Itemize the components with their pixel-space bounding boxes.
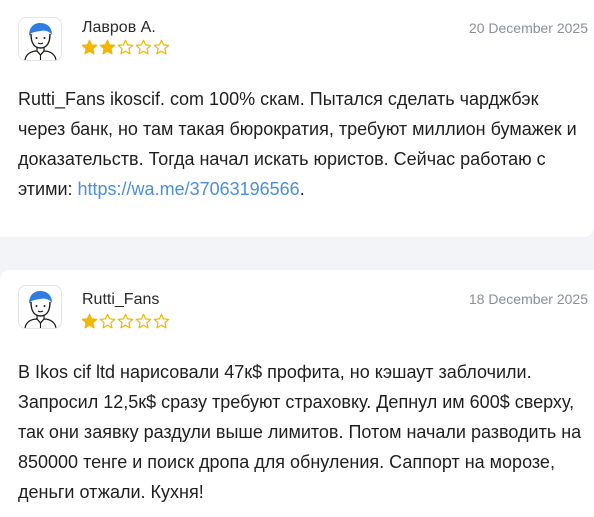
- user-avatar-icon: [18, 285, 62, 329]
- star-rating: [81, 39, 170, 56]
- review-text: Rutti_Fans ikoscif. com 100% скам. Пытал…: [18, 84, 588, 204]
- review-text-body: В Ikos cif ltd нарисовали 47к$ профита, …: [18, 362, 582, 502]
- star-empty-icon: [117, 39, 134, 55]
- star-filled-icon: [81, 39, 98, 55]
- star-empty-icon: [153, 39, 170, 55]
- review-text-tail: .: [299, 179, 305, 199]
- star-empty-icon: [99, 313, 116, 329]
- star-empty-icon: [117, 313, 134, 329]
- star-empty-icon: [135, 313, 152, 329]
- user-avatar-icon: [18, 17, 62, 61]
- star-empty-icon: [153, 313, 170, 329]
- review-card: Лавров А. 20 December 2025 Rutti_Fans ik…: [0, 0, 594, 237]
- star-filled-icon: [99, 39, 116, 55]
- star-filled-icon: [81, 313, 98, 329]
- star-rating: [81, 313, 170, 330]
- review-author: Лавров А.: [82, 19, 156, 36]
- star-empty-icon: [135, 39, 152, 55]
- review-date: 18 December 2025: [468, 291, 588, 307]
- review-date: 20 December 2025: [468, 20, 588, 36]
- review-text: В Ikos cif ltd нарисовали 47к$ профита, …: [18, 357, 588, 507]
- review-link[interactable]: https://wa.me/37063196566: [78, 179, 300, 199]
- review-author: Rutti_Fans: [82, 291, 160, 308]
- review-card: Rutti_Fans 18 December 2025 В Ikos cif l…: [0, 270, 594, 517]
